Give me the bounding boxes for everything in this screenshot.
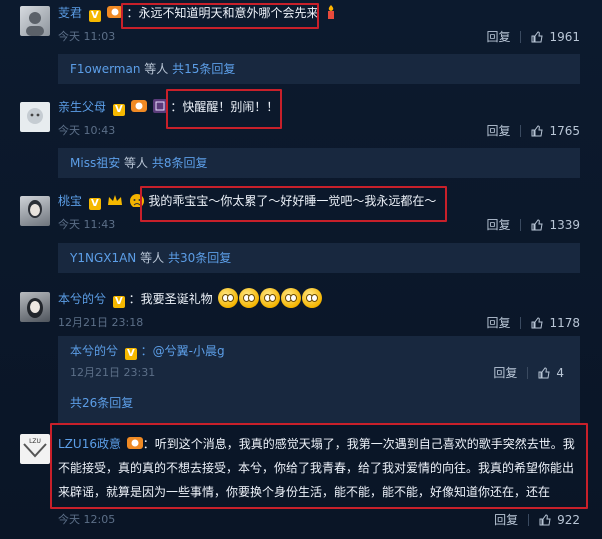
- reply-thread-link[interactable]: Miss祖安 等人 共8条回复: [58, 148, 580, 178]
- like-count: 922: [557, 513, 580, 527]
- verified-badge-icon: V: [88, 198, 101, 210]
- divider: [527, 367, 529, 379]
- thread-user[interactable]: Miss祖安: [70, 156, 120, 170]
- verified-badge-icon: V: [112, 296, 125, 308]
- comment-time: 今天 11:03: [58, 30, 116, 43]
- reply-button[interactable]: 回复: [486, 30, 510, 44]
- crown-badge-icon: [107, 195, 122, 205]
- like-icon[interactable]: [531, 31, 544, 43]
- pleading-emoji-icon: [217, 288, 238, 308]
- like-count: 1178: [549, 316, 580, 330]
- avatar[interactable]: LZU: [20, 434, 50, 464]
- divider: [520, 317, 522, 329]
- like-count: 1765: [549, 124, 580, 138]
- thread-count[interactable]: 共15条回复: [172, 62, 235, 76]
- comment-text: ：我要圣诞礼物: [128, 292, 213, 306]
- avatar[interactable]: [20, 102, 50, 132]
- reply-thread-link[interactable]: F1owerman 等人 共15条回复: [58, 54, 580, 84]
- divider: [520, 219, 522, 231]
- like-icon[interactable]: [531, 317, 544, 329]
- sub-reply: 本兮的兮 V ：@兮翼-小晨g 12月21日 23:31 回复 4 共26条回复: [58, 336, 580, 424]
- pleading-emoji-icon: [280, 288, 301, 308]
- sub-reply-text[interactable]: ：@兮翼-小晨g: [141, 344, 225, 358]
- comment-username[interactable]: 亲生父母: [58, 100, 106, 114]
- thread-user[interactable]: F1owerman: [70, 62, 140, 76]
- comment-feed: 芰君 V ：永远不知道明天和意外哪个会先来 今天 11:03 回复 1961 F1…: [0, 0, 602, 539]
- comment-username[interactable]: 芰君: [58, 6, 82, 20]
- fan-badge-icon: [152, 99, 167, 113]
- comment-username[interactable]: 桃宝: [58, 194, 82, 208]
- pleading-emoji-icon: [238, 288, 259, 308]
- thread-label: 等人: [144, 62, 169, 76]
- thread-count[interactable]: 共8条回复: [152, 156, 208, 170]
- comment-item: 本兮的兮 V ：我要圣诞礼物 12月21日 23:18 回复 1178 本兮的兮 …: [0, 284, 590, 424]
- divider: [528, 514, 530, 526]
- divider: [520, 31, 522, 43]
- verified-badge-icon: V: [112, 104, 125, 116]
- reply-thread-link[interactable]: Y1NGX1AN 等人 共30条回复: [58, 243, 580, 273]
- comment-time: 12月21日 23:18: [58, 316, 144, 329]
- thread-user[interactable]: Y1NGX1AN: [70, 251, 136, 265]
- reply-button[interactable]: 回复: [486, 218, 510, 232]
- reply-button[interactable]: 回复: [486, 124, 510, 138]
- thread-label: 等人: [124, 156, 149, 170]
- avatar[interactable]: [20, 196, 50, 226]
- reply-button[interactable]: 回复: [486, 316, 510, 330]
- divider: [520, 125, 522, 137]
- reply-button[interactable]: 回复: [494, 513, 518, 527]
- avatar[interactable]: [20, 6, 50, 36]
- comment-time: 今天 11:43: [58, 218, 116, 231]
- like-icon[interactable]: [531, 219, 544, 231]
- like-count: 1961: [549, 30, 580, 44]
- like-icon[interactable]: [538, 367, 550, 379]
- pleading-emoji-icon: [259, 288, 280, 308]
- highlight-box: [50, 423, 588, 509]
- comment-item: LZU LZU16政意 ：听到这个消息，我真的感觉天塌了，我第一次遇到自己喜欢的…: [0, 423, 590, 539]
- comment-time: 今天 10:43: [58, 124, 116, 137]
- candle-emoji-icon: [328, 5, 335, 19]
- pleading-emoji-icon: [301, 288, 322, 308]
- avatar[interactable]: [20, 292, 50, 322]
- like-count: 1339: [549, 218, 580, 232]
- like-count: 4: [556, 366, 564, 380]
- highlight-box: [166, 89, 282, 129]
- reply-button[interactable]: 回复: [493, 366, 517, 380]
- comment-username[interactable]: 本兮的兮: [58, 292, 106, 306]
- highlight-box: [121, 3, 319, 29]
- comment-time: 今天 12:05: [58, 513, 116, 526]
- thread-count[interactable]: 共30条回复: [168, 251, 231, 265]
- svg-text:LZU: LZU: [29, 438, 41, 445]
- sub-reply-time: 12月21日 23:31: [70, 366, 156, 379]
- like-icon[interactable]: [539, 514, 551, 526]
- verified-badge-icon: V: [88, 10, 101, 22]
- sub-reply-username[interactable]: 本兮的兮: [70, 344, 118, 358]
- verified-badge-icon: V: [124, 348, 137, 360]
- like-icon[interactable]: [531, 125, 544, 137]
- vip-badge-icon: [130, 100, 147, 112]
- thread-label: 等人: [140, 251, 165, 265]
- thread-count[interactable]: 共26条回复: [70, 394, 568, 411]
- highlight-box: [140, 186, 447, 222]
